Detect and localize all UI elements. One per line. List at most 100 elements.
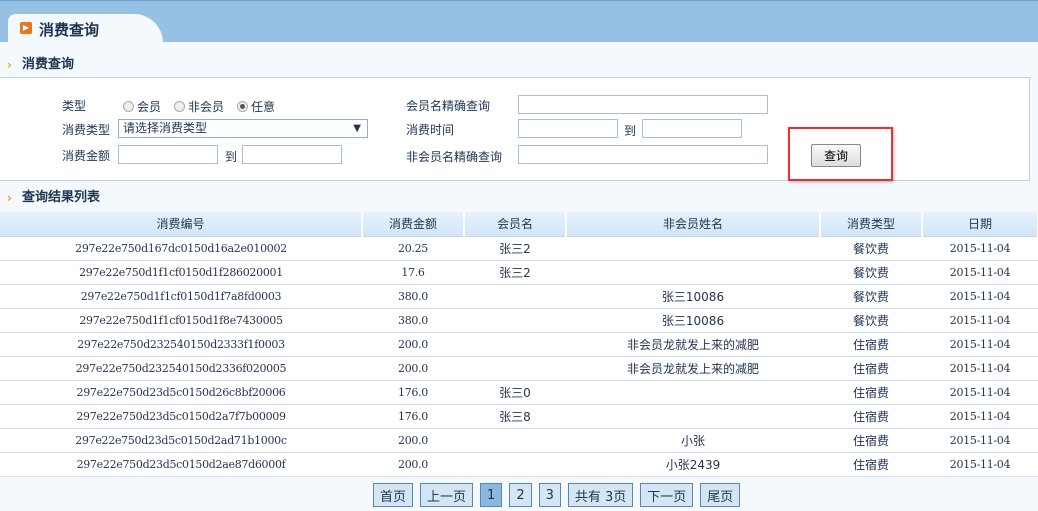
table-cell: 200.0 (362, 332, 464, 357)
table-cell: 张三2 (464, 236, 566, 261)
table-cell: 张三2 (464, 260, 566, 285)
chevron-right-icon: › (7, 191, 12, 205)
table-cell: 20.25 (362, 236, 464, 261)
table-cell (464, 284, 566, 309)
column-header: 会员名 (464, 212, 567, 237)
table-cell (464, 332, 566, 357)
table-cell: 张三10086 (566, 308, 820, 333)
chevron-right-icon: › (7, 58, 12, 72)
table-cell: 住宿费 (820, 380, 922, 405)
table-cell: 张三8 (464, 404, 566, 429)
table-row[interactable]: 297e22e750d232540150d2336f020005 200.0 非会员… (0, 356, 1038, 381)
table-cell: 2015-11-04 (922, 236, 1038, 261)
amount-min-input[interactable] (118, 145, 218, 164)
radio-member[interactable]: 会员 (123, 98, 161, 115)
time-end-input[interactable] (642, 119, 742, 138)
table-cell: 张三10086 (566, 284, 820, 309)
table-cell: 餐饮费 (820, 284, 922, 309)
table-cell: 2015-11-04 (922, 404, 1038, 429)
time-start-input[interactable] (518, 119, 618, 138)
table-cell: 住宿费 (820, 356, 922, 381)
table-cell: 餐饮费 (820, 308, 922, 333)
table-cell: 380.0 (362, 284, 464, 309)
chevron-down-icon: ▼ (353, 123, 361, 134)
table-cell: 住宿费 (820, 428, 922, 453)
time-label: 消费时间 (406, 123, 455, 137)
results-table: 消费编号 消费金额 会员名 非会员姓名 消费类型 日期 297e22e750d167dc0… (0, 212, 1038, 477)
table-cell: 小张 (566, 428, 820, 453)
table-cell: 小张2439 (566, 452, 820, 477)
section-title: 查询结果列表 (22, 190, 101, 205)
table-cell (464, 356, 566, 381)
table-cell: 餐饮费 (820, 236, 922, 261)
table-row[interactable]: 297e22e750d232540150d2333f1f0003 200.0 非会员… (0, 332, 1038, 357)
next-page-button[interactable]: 下一页 (640, 483, 694, 507)
section-title: 消费查询 (22, 57, 75, 72)
radio-nonmember[interactable]: 非会员 (174, 98, 224, 115)
amount-max-input[interactable] (242, 145, 342, 164)
table-row[interactable]: 297e22e750d23d5c0150d2a7f7b00009 176.0 张三8… (0, 404, 1038, 429)
table-cell: 297e22e750d232540150d2336f020005 (0, 356, 362, 381)
table-cell: 297e22e750d232540150d2333f1f0003 (0, 332, 362, 357)
tab-consume-query[interactable]: ▶ 消费查询 (8, 14, 163, 43)
type-label: 类型 (62, 99, 87, 113)
total-pages: 共有 3页 (567, 483, 634, 507)
column-header: 消费类型 (820, 212, 923, 237)
nonmember-name-label: 非会员名精确查询 (406, 150, 503, 164)
table-cell: 297e22e750d167dc0150d16a2e010002 (0, 236, 362, 261)
table-cell (464, 308, 566, 333)
table-cell: 200.0 (362, 356, 464, 381)
table-cell: 297e22e750d1f1cf0150d1f8e7430005 (0, 308, 362, 333)
table-cell (566, 260, 820, 285)
table-row[interactable]: 297e22e750d167dc0150d16a2e010002 20.25 张三2… (0, 236, 1038, 261)
table-cell (464, 428, 566, 453)
table-cell: 17.6 (362, 260, 464, 285)
table-row[interactable]: 297e22e750d1f1cf0150d1f8e7430005 380.0 张三1… (0, 308, 1038, 333)
table-cell (566, 404, 820, 429)
page-2-button[interactable]: 2 (509, 483, 532, 507)
tab-title: 消费查询 (39, 21, 100, 39)
table-row[interactable]: 297e22e750d23d5c0150d26c8bf20006 176.0 张三0… (0, 380, 1038, 405)
first-page-button[interactable]: 首页 (373, 483, 414, 507)
top-bar: ▶ 消费查询 (0, 0, 1038, 43)
table-cell (566, 236, 820, 261)
member-name-label: 会员名精确查询 (406, 99, 491, 113)
table-cell: 297e22e750d23d5c0150d2ad71b1000c (0, 428, 362, 453)
nonmember-name-input[interactable] (518, 145, 768, 164)
table-cell: 2015-11-04 (922, 308, 1038, 333)
table-row[interactable]: 297e22e750d1f1cf0150d1f286020001 17.6 张三2 餐… (0, 260, 1038, 285)
table-cell: 2015-11-04 (922, 284, 1038, 309)
table-cell: 住宿费 (820, 452, 922, 477)
table-cell (566, 380, 820, 405)
page-1-button[interactable]: 1 (480, 483, 503, 507)
last-page-button[interactable]: 尾页 (700, 483, 741, 507)
table-row[interactable]: 297e22e750d23d5c0150d2ad71b1000c 200.0 小张住… (0, 428, 1038, 453)
table-cell: 297e22e750d23d5c0150d26c8bf20006 (0, 380, 362, 405)
table-cell: 176.0 (362, 380, 464, 405)
table-cell: 2015-11-04 (922, 356, 1038, 381)
table-cell: 297e22e750d1f1cf0150d1f286020001 (0, 260, 362, 285)
table-cell: 2015-11-04 (922, 260, 1038, 285)
table-cell: 住宿费 (820, 332, 922, 357)
column-header: 非会员姓名 (566, 212, 821, 237)
table-cell: 餐饮费 (820, 260, 922, 285)
page-3-button[interactable]: 3 (538, 483, 561, 507)
table-row[interactable]: 297e22e750d1f1cf0150d1f7a8fd0003 380.0 张三1… (0, 284, 1038, 309)
to-label: 到 (225, 150, 238, 164)
play-icon: ▶ (20, 22, 32, 34)
table-cell: 2015-11-04 (922, 428, 1038, 453)
query-button[interactable]: 查询 (811, 144, 861, 167)
table-row[interactable]: 297e22e750d23d5c0150d2ae87d6000f 200.0 小张2… (0, 452, 1038, 477)
table-cell: 2015-11-04 (922, 452, 1038, 477)
radio-any[interactable]: 任意 (237, 98, 275, 115)
consume-type-select[interactable]: 请选择消费类型 ▼ (118, 119, 368, 138)
column-header: 消费金额 (362, 212, 465, 237)
table-cell: 297e22e750d1f1cf0150d1f7a8fd0003 (0, 284, 362, 309)
pagination: 首页 上一页 1 2 3 共有 3页 下一页 尾页 (373, 483, 741, 507)
table-cell: 297e22e750d23d5c0150d2a7f7b00009 (0, 404, 362, 429)
table-cell: 住宿费 (820, 404, 922, 429)
member-name-input[interactable] (518, 95, 768, 114)
column-header: 日期 (922, 212, 1038, 237)
prev-page-button[interactable]: 上一页 (420, 483, 474, 507)
table-cell: 176.0 (362, 404, 464, 429)
